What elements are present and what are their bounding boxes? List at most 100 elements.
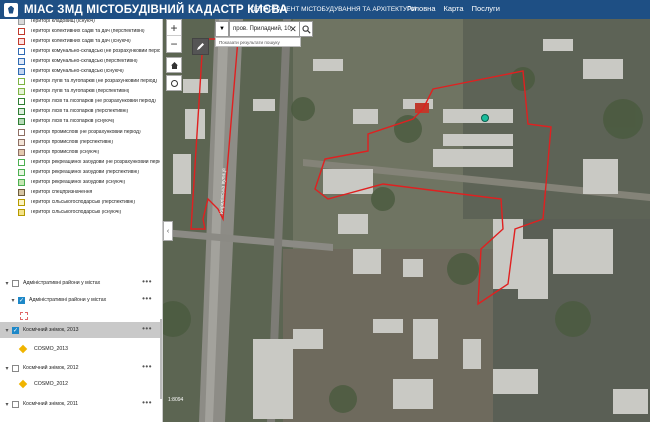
expand-caret-icon[interactable]: ▾	[8, 297, 18, 304]
layer-sat-2013[interactable]: ▾ ✓ Космічний знімок, 2013 •••	[0, 322, 160, 338]
draw-tool-button[interactable]	[192, 38, 209, 55]
legend-item: Територї рекреаційної забудови (перспект…	[0, 167, 160, 177]
expand-caret-icon[interactable]: ▾	[2, 365, 12, 372]
legend-swatch	[18, 128, 25, 136]
layer-label: COSMO_2013	[34, 346, 69, 352]
home-button[interactable]	[166, 57, 182, 73]
clear-search-button[interactable]: ✕	[287, 21, 299, 37]
legend-swatch	[18, 148, 25, 156]
legend-swatch	[18, 57, 25, 65]
legend-label: Територї лісів та лісопарків (перспектив…	[30, 109, 129, 115]
layer-checkbox[interactable]	[12, 279, 19, 287]
legend-item: Територї промислові (не розрахунковий пе…	[0, 127, 160, 137]
legend-item: Територї колективних садів та дач (існую…	[0, 36, 160, 46]
nav-home[interactable]: Головна	[407, 4, 436, 13]
zoom-in-button[interactable]: +	[167, 20, 181, 36]
legend-label: Територї рекреаційної забудови (існуючі)	[30, 180, 126, 186]
layer-checkbox-checked[interactable]: ✓	[12, 326, 19, 334]
map-view[interactable]: Кирилівська вулиця + − ▼ пров. Приладний…	[163, 19, 650, 422]
legend-label: Територї лісів та лісопарків (існуючі)	[30, 119, 115, 125]
legend-item: Територї рекреаційної забудови (існуючі)	[0, 178, 160, 188]
legend-swatch	[18, 138, 25, 146]
legend-label: Територї промислові (перспективні)	[30, 139, 114, 145]
more-options-icon[interactable]: •••	[142, 324, 152, 333]
layer-sat-2012[interactable]: ▾ Космічний знімок, 2012 •••	[0, 360, 160, 376]
legend-label: Територї колективних садів та дач (існую…	[30, 38, 131, 44]
layer-sat-2011[interactable]: ▾ Космічний знімок, 2011 •••	[0, 396, 160, 412]
nav-map[interactable]: Карта	[444, 4, 464, 13]
legend-label: Територї комунально-складські (перспекти…	[30, 58, 138, 64]
raster-icon	[18, 379, 28, 389]
legend-swatch	[18, 88, 25, 96]
legend-swatch	[18, 179, 25, 187]
layer-symbol-icon	[20, 312, 28, 320]
department-link[interactable]: ДЕПАРТАМЕНТ МІСТОБУДУВАННЯ ТА АРХІТЕКТУР…	[251, 6, 416, 13]
kyiv-emblem-icon[interactable]	[4, 2, 18, 17]
legend-item: Територї лісів та лісопарків (перспектив…	[0, 107, 160, 117]
locate-button[interactable]	[166, 75, 182, 91]
layer-checkbox-checked[interactable]: ✓	[18, 296, 25, 304]
legend-swatch	[18, 98, 25, 106]
legend-swatch	[18, 158, 25, 166]
top-nav: Головна Карта Послуги	[407, 4, 500, 13]
legend-swatch	[18, 189, 25, 197]
legend-label: Територї лугів та лугопарків (перспектив…	[30, 89, 130, 95]
legend-label: Територї спецпризначення	[30, 190, 93, 196]
layer-admin-districts-sub[interactable]: ▾ ✓ Адміністративні райони у містах •••	[0, 292, 160, 308]
more-options-icon[interactable]: •••	[142, 398, 152, 407]
layer-checkbox[interactable]	[12, 400, 19, 408]
expand-caret-icon[interactable]: ▾	[2, 401, 12, 408]
pencil-icon	[197, 43, 204, 50]
legend-label: Територї сільськогосподарські (перспекти…	[30, 200, 136, 206]
legend-item: Територї комунально-складські (перспекти…	[0, 56, 160, 66]
scale-label: 1:8094	[168, 397, 184, 403]
search-results-hint[interactable]: Показати результати пошуку	[215, 37, 301, 47]
layers-panel[interactable]: Територї кладовищ (існуюч) Територї колек…	[0, 19, 163, 422]
legend-item: Територї спецпризначення	[0, 188, 160, 198]
more-options-icon[interactable]: •••	[142, 277, 152, 286]
caret-down-icon: ▼	[219, 26, 225, 32]
legend-item: Територї колективних садів та дач (персп…	[0, 26, 160, 36]
layer-label: Космічний знімок, 2011	[23, 401, 79, 407]
legend-label: Територї кладовищ (існуюч)	[30, 19, 95, 24]
app-header: МІАС ЗМД МІСТОБУДІВНИЙ КАДАСТР КИЄВА ДЕП…	[0, 0, 650, 19]
more-options-icon[interactable]: •••	[142, 294, 152, 303]
zoom-out-button[interactable]: −	[167, 36, 181, 52]
expand-caret-icon[interactable]: ▾	[2, 327, 12, 334]
legend-item: Територї лугів та лугопарків (перспектив…	[0, 87, 160, 97]
layer-admin-districts[interactable]: ▾ Адміністративні райони у містах •••	[0, 275, 160, 291]
legend-item: Територї сільськогосподарські (існуючі)	[0, 208, 160, 218]
layer-cosmo-2012[interactable]: COSMO_2012	[0, 376, 160, 392]
legend-label: Територї сільськогосподарські (існуючі)	[30, 210, 122, 216]
layer-checkbox[interactable]	[12, 364, 19, 372]
legend-swatch	[18, 108, 25, 116]
legend-label: Територї лугів та лугопарків (не розраху…	[30, 79, 158, 85]
legend-swatch	[18, 78, 25, 86]
satellite-imagery: Кирилівська вулиця	[163, 19, 650, 422]
legend-swatch	[18, 68, 25, 76]
zoom-control: + −	[166, 19, 182, 53]
expand-caret-icon[interactable]: ▾	[2, 280, 12, 287]
search-source-dropdown[interactable]: ▼	[215, 21, 229, 37]
layer-cosmo-2013[interactable]: COSMO_2013	[0, 341, 160, 357]
layer-label: Адміністративні райони у містах	[23, 280, 101, 286]
chevron-left-icon: ‹	[166, 227, 170, 235]
legend-label: Територї промислові (існуючі)	[30, 149, 100, 155]
legend-item: Територї лугів та лугопарків (не розраху…	[0, 77, 160, 87]
collapse-panel-button[interactable]: ‹	[163, 221, 173, 241]
layer-label: COSMO_2012	[34, 381, 69, 387]
legend-list: Територї кладовищ (існуюч) Територї колек…	[0, 19, 160, 218]
legend-swatch	[18, 27, 25, 35]
layer-label: Адміністративні райони у містах	[29, 297, 107, 303]
legend-swatch	[18, 199, 25, 207]
legend-item: Територї рекреаційної забудови (не розра…	[0, 157, 160, 167]
legend-item: Територї комунально-складські (не розрах…	[0, 46, 160, 56]
search-icon	[301, 24, 311, 34]
legend-label: Територї промислові (не розрахунковий пе…	[30, 129, 141, 135]
more-options-icon[interactable]: •••	[142, 362, 152, 371]
search-button[interactable]	[299, 21, 313, 37]
nav-services[interactable]: Послуги	[472, 4, 500, 13]
legend-swatch	[18, 118, 25, 126]
app-title: МІАС ЗМД МІСТОБУДІВНИЙ КАДАСТР КИЄВА	[24, 3, 288, 16]
legend-label: Територї колективних садів та дач (персп…	[30, 28, 145, 34]
